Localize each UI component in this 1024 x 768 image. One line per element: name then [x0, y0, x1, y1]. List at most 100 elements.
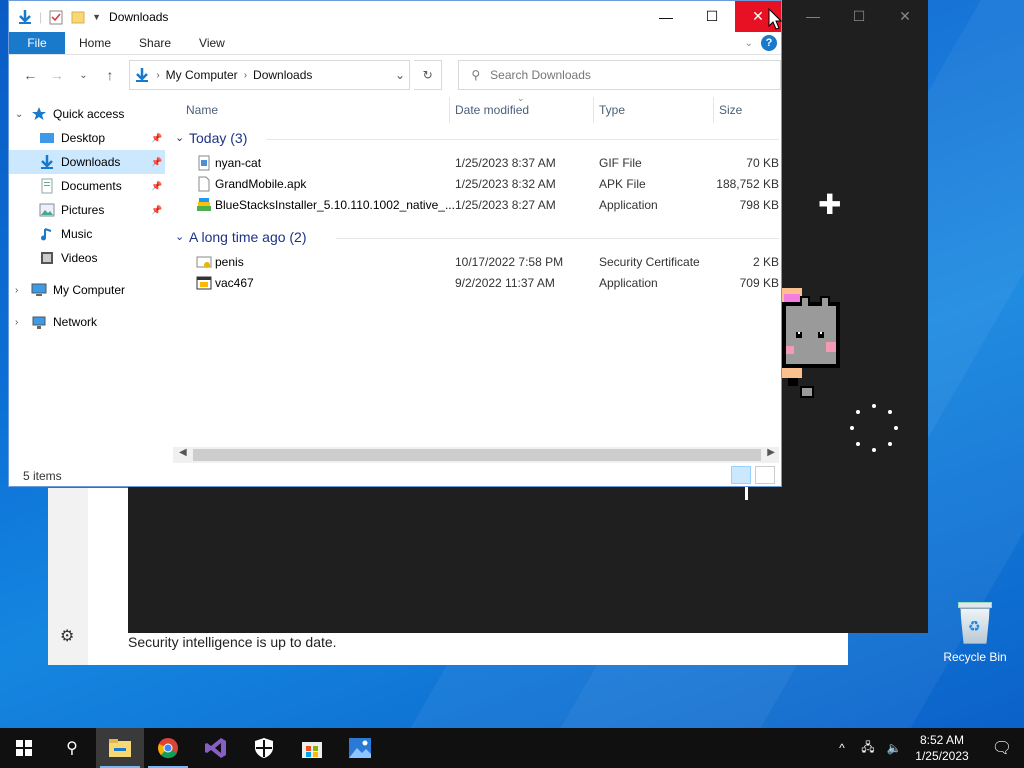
nav-item-my-computer[interactable]: › My Computer	[9, 278, 165, 302]
photos-icon[interactable]	[336, 728, 384, 768]
file-explorer-icon[interactable]	[96, 728, 144, 768]
scroll-left-icon[interactable]: ◀	[179, 447, 187, 458]
help-icon[interactable]: ?	[761, 35, 777, 51]
clock[interactable]: 8:52 AM 1/25/2023	[910, 732, 974, 764]
group-collapse-chevron-icon[interactable]: ⌄	[175, 230, 184, 243]
nav-item-downloads[interactable]: Downloads 📌	[9, 150, 165, 174]
up-arrow-icon[interactable]: ↑	[99, 67, 122, 83]
breadcrumb-separator: ›	[156, 69, 160, 81]
settings-gear-icon[interactable]: ⚙	[60, 626, 74, 646]
store-icon[interactable]	[288, 728, 336, 768]
refresh-icon[interactable]: ↻	[414, 60, 443, 90]
file-name: vac467	[215, 276, 254, 290]
group-label: A long time ago (2)	[189, 229, 307, 245]
nav-item-pictures[interactable]: Pictures 📌	[9, 198, 165, 222]
properties-icon[interactable]	[48, 9, 64, 25]
loading-spinner-icon	[850, 404, 898, 452]
nav-item-label: Videos	[61, 251, 98, 265]
nav-item-label: My Computer	[53, 283, 126, 297]
nav-item-documents[interactable]: Documents 📌	[9, 174, 165, 198]
windows-security-icon[interactable]	[240, 728, 288, 768]
file-type: APK File	[599, 177, 646, 191]
file-row[interactable]: penis 10/17/2022 7:58 PM Security Certific…	[173, 252, 779, 273]
column-size[interactable]: Size	[719, 103, 742, 117]
group-collapse-chevron-icon[interactable]: ⌄	[175, 131, 184, 144]
nav-item-network[interactable]: › Network	[9, 310, 165, 334]
file-row[interactable]: BlueStacksInstaller_5.10.110.1002_native…	[173, 195, 779, 216]
file-name: nyan-cat	[215, 156, 262, 170]
collapse-chevron-icon[interactable]: ⌄	[15, 109, 23, 120]
scroll-right-icon[interactable]: ▶	[767, 447, 775, 458]
back-arrow-icon[interactable]: ←	[19, 67, 42, 83]
file-row[interactable]: GrandMobile.apk 1/25/2023 8:32 AM APK File…	[173, 174, 779, 195]
sort-indicator-icon: ⌄	[517, 93, 525, 103]
chrome-icon[interactable]	[144, 728, 192, 768]
address-dropdown-icon[interactable]: ⌄	[395, 68, 405, 82]
large-icons-view-icon[interactable]	[755, 466, 775, 484]
group-header[interactable]: ⌄ A long time ago (2)	[173, 226, 779, 250]
nav-item-music[interactable]: Music	[9, 222, 165, 246]
file-row[interactable]: vac467 9/2/2022 11:37 AM Application 709 KB	[173, 273, 779, 294]
show-hidden-icons-icon[interactable]: ^	[832, 741, 852, 755]
maximize-button[interactable]: ☐	[689, 1, 735, 32]
application-icon	[196, 275, 212, 291]
search-box[interactable]: ⚲ Search Downloads	[458, 60, 781, 90]
scroll-thumb[interactable]	[193, 449, 761, 461]
nav-item-videos[interactable]: Videos	[9, 246, 165, 270]
maximize-icon[interactable]: ☐	[836, 0, 882, 32]
network-icon	[31, 314, 47, 330]
pin-icon: 📌	[151, 132, 163, 143]
visual-studio-icon[interactable]	[192, 728, 240, 768]
breadcrumb-downloads[interactable]: Downloads	[253, 68, 312, 82]
file-date: 1/25/2023 8:37 AM	[455, 156, 556, 170]
recycle-bin[interactable]: ♻ Recycle Bin	[942, 602, 1008, 664]
expand-chevron-icon[interactable]: ›	[15, 285, 18, 296]
column-type[interactable]: Type	[599, 103, 625, 117]
file-size: 188,752 KB	[716, 177, 779, 191]
new-folder-icon[interactable]	[70, 9, 86, 25]
mouse-cursor-icon	[768, 8, 782, 30]
address-bar[interactable]: › My Computer › Downloads ⌄	[129, 60, 411, 90]
desktop-folder-icon	[39, 130, 55, 146]
minimize-icon[interactable]: —	[790, 0, 836, 32]
recycle-bin-label: Recycle Bin	[943, 650, 1007, 664]
expand-ribbon-icon[interactable]: ⌄	[745, 38, 753, 49]
title-bar[interactable]: | ▼ Downloads — ☐ ✕	[9, 1, 781, 32]
tab-home[interactable]: Home	[65, 32, 125, 54]
file-type: GIF File	[599, 156, 642, 170]
nav-item-desktop[interactable]: Desktop 📌	[9, 126, 165, 150]
system-tray: ^ 🖧 🔈 8:52 AM 1/25/2023 🗨	[832, 728, 1024, 768]
music-folder-icon	[39, 226, 55, 242]
forward-arrow-icon[interactable]: →	[46, 67, 69, 83]
minimize-button[interactable]: —	[643, 1, 689, 32]
breadcrumb-my-computer[interactable]: My Computer	[166, 68, 238, 82]
item-count: 5 items	[23, 469, 62, 483]
customize-qat-icon[interactable]: ▼	[92, 12, 101, 22]
recent-locations-icon[interactable]: ⌄	[72, 70, 95, 81]
details-view-icon[interactable]	[731, 466, 751, 484]
tab-view[interactable]: View	[185, 32, 239, 54]
file-row[interactable]: nyan-cat 1/25/2023 8:37 AM GIF File 70 KB	[173, 153, 779, 174]
volume-icon[interactable]: 🔈	[884, 741, 904, 755]
nav-item-quick-access[interactable]: ⌄ Quick access	[9, 102, 165, 126]
downloads-folder-icon	[39, 154, 55, 170]
file-type: Security Certificate	[599, 255, 700, 269]
column-name[interactable]: Name	[186, 103, 218, 117]
file-name: BlueStacksInstaller_5.10.110.1002_native…	[215, 198, 455, 212]
close-icon[interactable]: ✕	[882, 0, 928, 32]
tab-share[interactable]: Share	[125, 32, 185, 54]
group-header[interactable]: ⌄ Today (3)	[173, 127, 779, 151]
search-icon[interactable]: ⚲	[48, 728, 96, 768]
blank-file-icon	[196, 176, 212, 192]
horizontal-scrollbar[interactable]: ◀ ▶	[173, 447, 779, 463]
column-date-modified[interactable]: Date modified	[455, 103, 529, 117]
notifications-icon[interactable]: 🗨	[980, 738, 1024, 758]
start-icon[interactable]	[0, 728, 48, 768]
search-input[interactable]: Search Downloads	[490, 68, 591, 82]
nav-item-label: Music	[61, 227, 93, 241]
downloads-arrow-icon	[19, 9, 31, 24]
file-type: Application	[599, 198, 658, 212]
tab-file[interactable]: File	[9, 32, 65, 54]
network-icon[interactable]: 🖧	[858, 738, 878, 759]
expand-chevron-icon[interactable]: ›	[15, 317, 18, 328]
